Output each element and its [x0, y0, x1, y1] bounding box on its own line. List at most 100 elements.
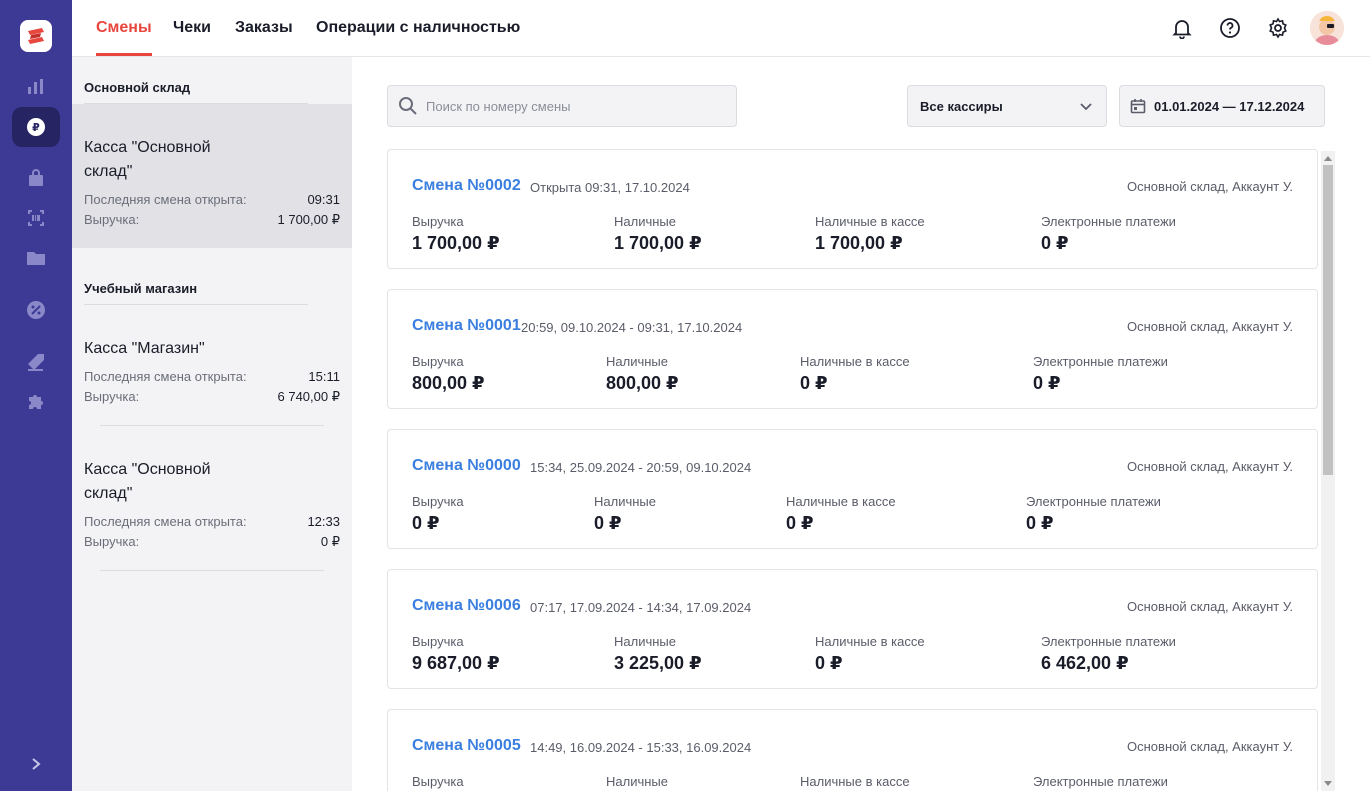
svg-text:₽: ₽ — [32, 121, 40, 134]
shift-card[interactable]: Смена №0005 14:49, 16.09.2024 - 15:33, 1… — [387, 709, 1318, 791]
metric-label: Наличные — [614, 634, 676, 649]
registers-panel: Основной склад Касса "Основной склад" По… — [72, 57, 352, 791]
register-last-shift: Последняя смена открыта: 12:33 — [84, 514, 340, 529]
app-logo[interactable] — [20, 20, 52, 52]
notifications-button[interactable] — [1168, 14, 1196, 42]
help-icon — [1220, 18, 1240, 38]
chevron-right-icon — [32, 758, 41, 770]
rail-expand-button[interactable] — [24, 752, 48, 776]
rail-item-reports[interactable] — [12, 66, 60, 106]
logo-icon — [28, 28, 44, 44]
rail-item-goods[interactable] — [12, 158, 60, 198]
tab-cash-operations[interactable]: Операции с наличностью — [316, 0, 520, 56]
tab-shifts[interactable]: Смены — [96, 0, 152, 56]
register-last-shift-value: 15:11 — [308, 369, 340, 384]
register-revenue-label: Выручка: — [84, 212, 140, 227]
tag-icon — [28, 354, 44, 371]
cashier-select-value: Все кассиры — [920, 99, 1003, 114]
shift-card[interactable]: Смена №0006 07:17, 17.09.2024 - 14:34, 1… — [387, 569, 1318, 689]
register-name: Касса "Магазин" — [84, 340, 205, 357]
scroll-thumb[interactable] — [1323, 165, 1333, 475]
register-revenue-label: Выручка: — [84, 534, 140, 549]
metric-label: Электронные платежи — [1041, 214, 1176, 229]
group-title: Учебный магазин — [84, 281, 198, 296]
register-last-shift-value: 12:33 — [307, 514, 340, 529]
user-avatar[interactable] — [1310, 11, 1344, 45]
metric-label: Выручка — [412, 494, 464, 509]
barcode-icon — [28, 210, 44, 226]
metric-value: 0 ₽ — [786, 513, 814, 533]
rail-item-labels[interactable] — [12, 342, 60, 382]
settings-button[interactable] — [1264, 14, 1292, 42]
metric-value: 1 700,00 ₽ — [412, 233, 500, 253]
shifts-main: Все кассиры 01.01.2024 — 17.12.2024 Смен… — [352, 57, 1370, 791]
metric-value: 800,00 ₽ — [412, 373, 485, 393]
rail-item-discounts[interactable] — [12, 290, 60, 330]
shift-card[interactable]: Смена №0002 Открыта 09:31, 17.10.2024 Ос… — [387, 149, 1318, 269]
search-input[interactable] — [426, 86, 726, 126]
tab-receipts[interactable]: Чеки — [173, 0, 211, 56]
date-range-picker[interactable]: 01.01.2024 — 17.12.2024 — [1119, 85, 1325, 127]
register-revenue-value: 0 ₽ — [320, 534, 340, 549]
metric-value: 1 700,00 ₽ — [815, 233, 903, 253]
shift-title[interactable]: Смена №0001 — [412, 317, 521, 335]
icon-rail: ₽ — [0, 0, 72, 791]
metric-label: Выручка — [412, 634, 464, 649]
register-item[interactable]: Касса "Магазин" Последняя смена открыта:… — [72, 305, 352, 425]
shift-place: Основной склад, Аккаунт У. — [1127, 319, 1293, 334]
metric-label: Наличные — [606, 774, 668, 789]
metric-label: Наличные в кассе — [815, 634, 925, 649]
shift-card[interactable]: Смена №0001 20:59, 09.10.2024 - 09:31, 1… — [387, 289, 1318, 409]
metric-value: 1 700,00 ₽ — [614, 233, 702, 253]
metric-label: Электронные платежи — [1033, 774, 1168, 789]
shift-title[interactable]: Смена №0000 — [412, 457, 521, 475]
shift-place: Основной склад, Аккаунт У. — [1127, 179, 1293, 194]
rail-item-marking[interactable] — [12, 198, 60, 238]
cashier-select[interactable]: Все кассиры — [907, 85, 1107, 127]
help-button[interactable] — [1216, 14, 1244, 42]
puzzle-icon — [29, 395, 43, 409]
shift-title[interactable]: Смена №0005 — [412, 737, 521, 755]
folder-icon — [27, 252, 45, 265]
group-title: Основной склад — [84, 80, 191, 95]
register-last-shift-label: Последняя смена открыта: — [84, 192, 247, 207]
metric-label: Электронные платежи — [1041, 634, 1176, 649]
metric-value: 0 ₽ — [412, 513, 440, 533]
shift-card[interactable]: Смена №0000 15:34, 25.09.2024 - 20:59, 0… — [387, 429, 1318, 549]
register-last-shift-value: 09:31 — [307, 192, 340, 207]
shift-title[interactable]: Смена №0006 — [412, 597, 521, 615]
rail-item-integrations[interactable] — [12, 382, 60, 422]
scrollbar[interactable] — [1321, 151, 1335, 791]
rail-item-documents[interactable] — [12, 238, 60, 278]
scroll-up-arrow-icon[interactable] — [1324, 156, 1332, 161]
register-item[interactable]: Касса "Основной склад" Последняя смена о… — [72, 104, 352, 248]
metric-label: Наличные в кассе — [800, 354, 910, 369]
bell-icon — [1172, 20, 1192, 39]
shift-place: Основной склад, Аккаунт У. — [1127, 739, 1293, 754]
metric-label: Выручка — [412, 354, 464, 369]
shift-period: 07:17, 17.09.2024 - 14:34, 17.09.2024 — [530, 600, 752, 615]
shift-period: 15:34, 25.09.2024 - 20:59, 09.10.2024 — [530, 460, 752, 475]
shift-place: Основной склад, Аккаунт У. — [1127, 599, 1293, 614]
metric-value: 0 ₽ — [1026, 513, 1054, 533]
metric-value: 800,00 ₽ — [606, 373, 679, 393]
tab-orders[interactable]: Заказы — [235, 0, 293, 56]
bag-icon — [29, 169, 43, 186]
scroll-down-arrow-icon[interactable] — [1324, 781, 1332, 786]
shift-title[interactable]: Смена №0002 — [412, 177, 521, 195]
metric-label: Электронные платежи — [1033, 354, 1168, 369]
register-revenue: Выручка: 6 740,00 ₽ — [84, 389, 340, 405]
rail-item-sales[interactable]: ₽ — [12, 107, 60, 147]
search-icon — [399, 97, 417, 115]
chevron-down-icon — [1080, 103, 1092, 111]
avatar-icon — [1310, 11, 1344, 45]
register-revenue: Выручка: 1 700,00 ₽ — [84, 212, 340, 228]
register-last-shift: Последняя смена открыта: 09:31 — [84, 192, 340, 207]
metric-label: Наличные — [594, 494, 656, 509]
register-revenue-value: 1 700,00 ₽ — [277, 212, 341, 227]
metric-value: 0 ₽ — [815, 653, 843, 673]
register-name: Касса "Основной склад" — [84, 461, 211, 502]
metric-label: Электронные платежи — [1026, 494, 1161, 509]
register-item[interactable]: Касса "Основной склад" Последняя смена о… — [72, 426, 352, 570]
metric-label: Наличные в кассе — [815, 214, 925, 229]
